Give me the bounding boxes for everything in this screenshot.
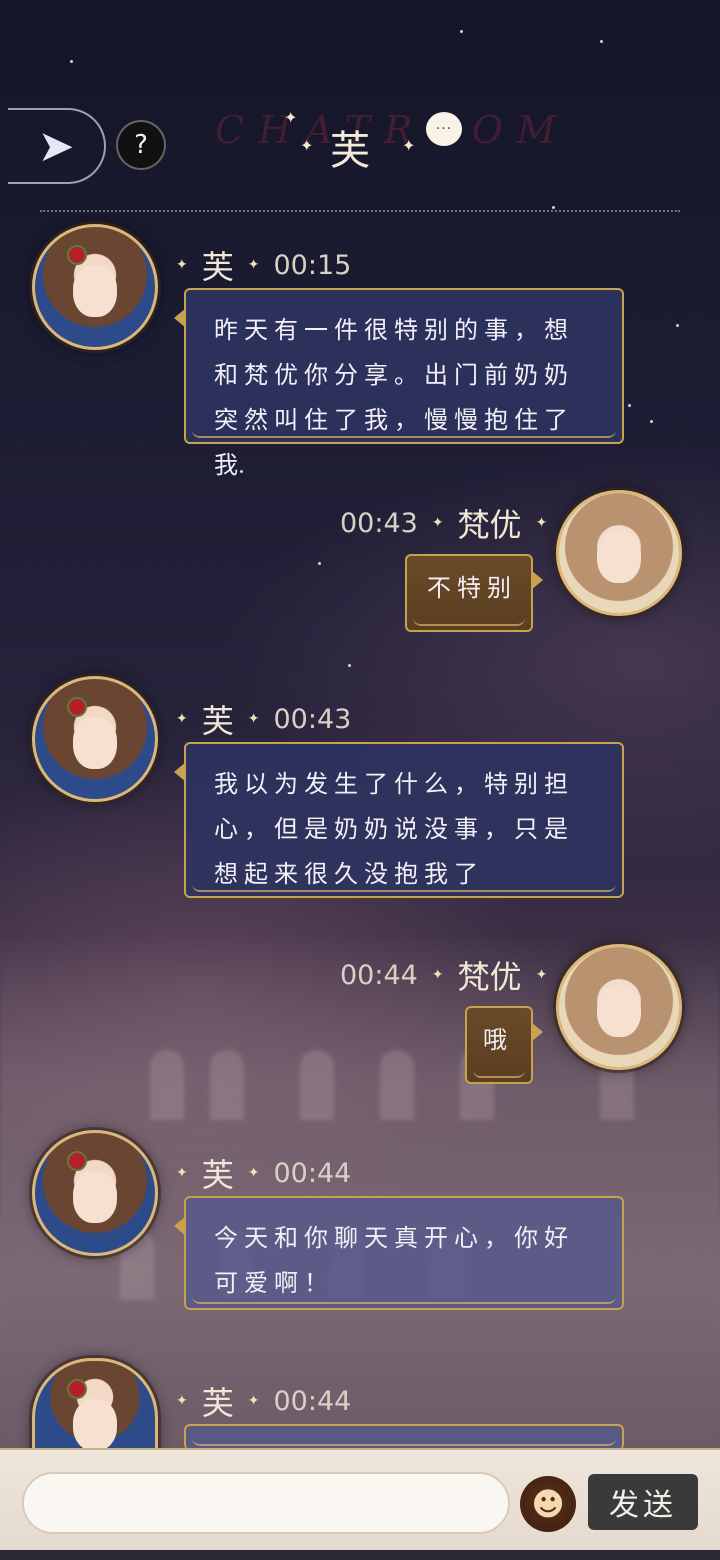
speaker-name: 芙 (201, 1156, 234, 1194)
message-header: ✦ 芙 ✦ 00:43 (176, 696, 351, 742)
avatar-fu[interactable] (32, 676, 158, 802)
message-header: ✦ 芙 ✦ 00:44 (176, 1150, 351, 1196)
speaker-name: 芙 (201, 248, 234, 286)
chatroom-watermark: CHATROOM (215, 108, 570, 152)
sparkle-icon: ✦ (402, 136, 416, 155)
page-title: 芙 (330, 128, 370, 174)
message-bubble: 我以为发生了什么，特别担心，但是奶奶说没事，只是想起来很久没抱我了 (174, 742, 624, 898)
back-button[interactable]: ➤ (8, 108, 106, 184)
message-bubble: 不特别 (405, 554, 543, 632)
message-header: ✦ 芙 ✦ 00:15 (176, 242, 351, 288)
avatar-fu[interactable] (32, 224, 158, 350)
message-time: 00:15 (273, 249, 352, 281)
message-time: 00:44 (273, 1385, 352, 1417)
message-time: 00:43 (340, 507, 418, 539)
message-bubble: 哦 (465, 1006, 543, 1084)
speech-bubble-icon: ··· (426, 112, 462, 146)
sparkle-icon: ✦ (300, 136, 314, 155)
message-bubble (184, 1424, 624, 1450)
message-time: 00:44 (340, 959, 418, 991)
message-header: 00:44 ✦ 梵优 ✦ (340, 952, 547, 998)
help-button[interactable]: ? (116, 120, 166, 170)
avatar-fu[interactable] (32, 1130, 158, 1256)
speaker-name: 芙 (201, 702, 234, 740)
message-time: 00:44 (273, 1157, 352, 1189)
message-header: 00:43 ✦ 梵优 ✦ (340, 500, 547, 546)
input-bar: ☻ 发送 (0, 1448, 720, 1560)
avatar-fanyou[interactable] (556, 944, 682, 1070)
speaker-name: 梵优 (457, 506, 522, 544)
back-arrow-icon: ➤ (37, 120, 75, 172)
smiley-icon: ☻ (531, 1485, 565, 1523)
avatar-fanyou[interactable] (556, 490, 682, 616)
speaker-name: 梵优 (457, 958, 522, 996)
speaker-name: 芙 (201, 1384, 234, 1422)
send-button[interactable]: 发送 (588, 1474, 698, 1530)
message-bubble: 昨天有一件很特别的事，想和梵优你分享。出门前奶奶突然叫住了我，慢慢抱住了我 (174, 288, 624, 479)
emoji-button[interactable]: ☻ (520, 1476, 576, 1532)
sparkle-icon: ✦ (284, 108, 298, 127)
message-time: 00:43 (273, 703, 352, 735)
header-divider (40, 210, 680, 212)
chat-header: CHATROOM ➤ ? ✦ ✦ 芙 ✦ ··· (0, 0, 720, 200)
message-header: ✦ 芙 ✦ 00:44 (176, 1378, 351, 1424)
message-input[interactable] (22, 1472, 510, 1534)
message-bubble: 今天和你聊天真开心，你好可爱啊！ (174, 1196, 624, 1310)
bottom-strip (0, 1550, 720, 1560)
